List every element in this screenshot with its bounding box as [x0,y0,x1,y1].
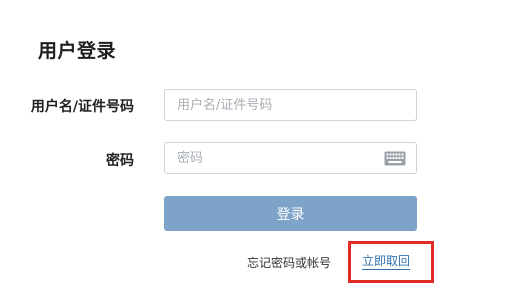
recover-link[interactable]: 立即取回 [362,254,411,270]
username-input[interactable] [165,91,377,119]
page-title: 用户登录 [38,40,117,62]
username-label: 用户名/证件号码 [30,99,134,115]
login-button[interactable]: 登录 [164,196,417,231]
keyboard-icon[interactable] [384,151,406,166]
login-page: 用户登录 用户名/证件号码 密码 登录 [0,0,507,302]
password-field-container [164,142,417,174]
username-field-container [164,89,417,121]
password-label: 密码 [106,153,134,169]
forgot-text: 忘记密码或帐号 [247,256,332,270]
password-input[interactable] [165,144,377,172]
